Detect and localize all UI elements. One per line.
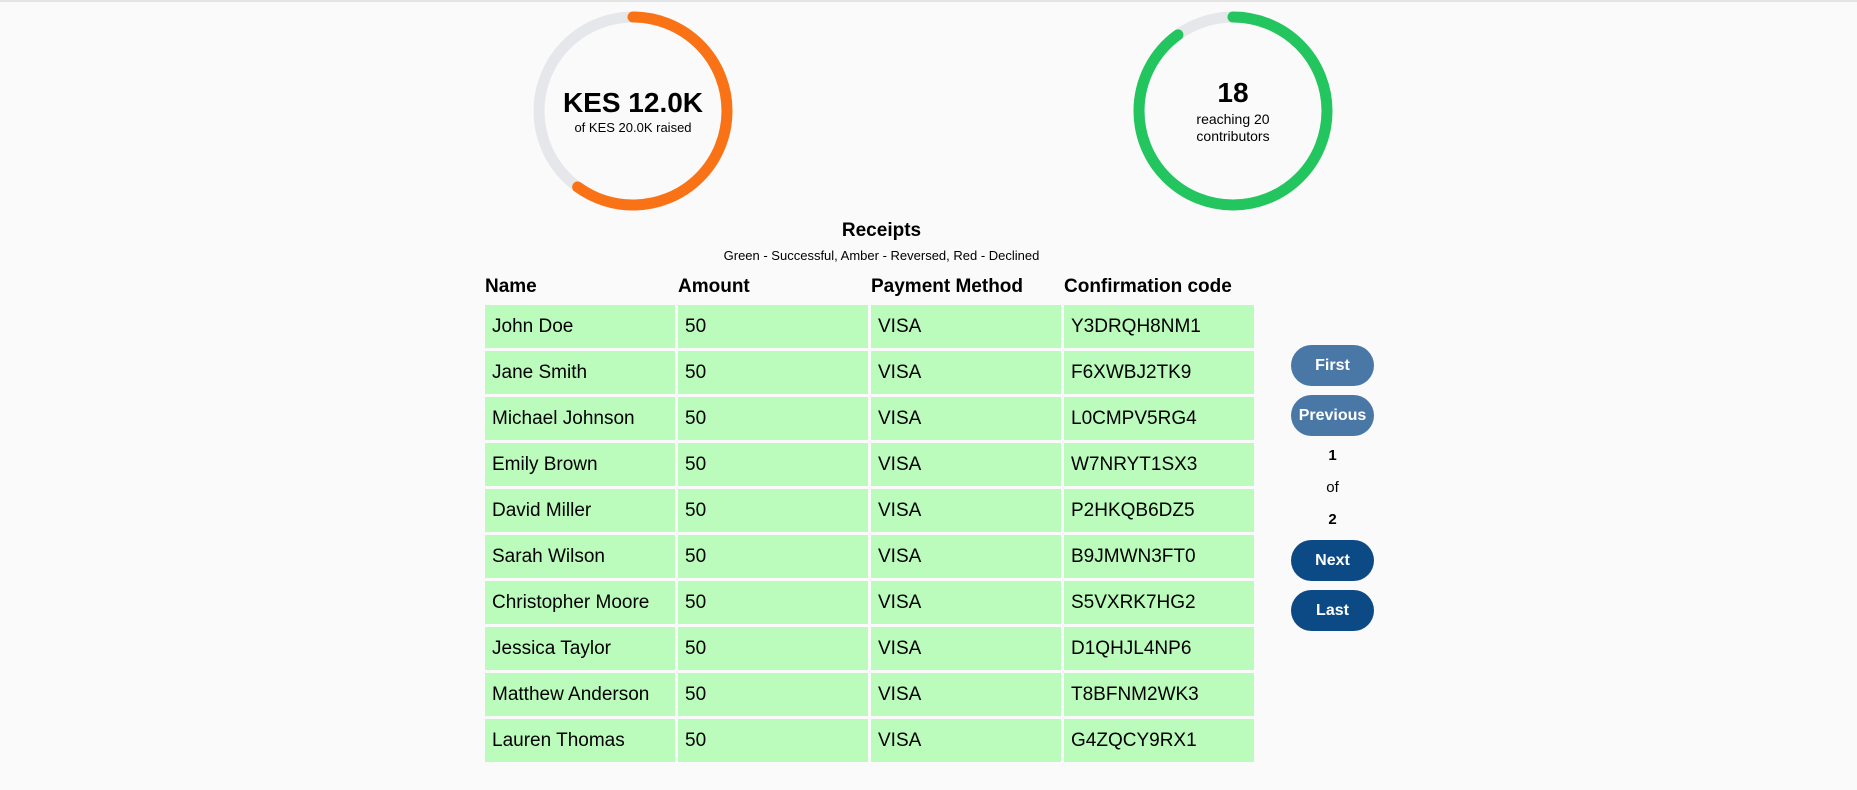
contributors-gauge: 18 reaching 20 contributors xyxy=(1130,8,1336,214)
pagination: First Previous 1 of 2 Next Last xyxy=(1291,345,1374,631)
last-page-button[interactable]: Last xyxy=(1291,590,1374,631)
table-row: John Doe 50 VISA Y3DRQH8NM1 xyxy=(485,305,1254,348)
contributors-goal-text: reaching 20 contributors xyxy=(1196,111,1270,144)
amount-goal-text: of KES 20.0K raised xyxy=(574,119,692,135)
cell-payment-method: VISA xyxy=(871,673,1061,716)
table-row: Sarah Wilson 50 VISA B9JMWN3FT0 xyxy=(485,535,1254,578)
receipts-title: Receipts xyxy=(841,220,922,241)
amount-raised-value: KES 12.0K xyxy=(562,86,704,118)
cell-payment-method: VISA xyxy=(871,535,1061,578)
cell-payment-method: VISA xyxy=(871,581,1061,624)
table-row: Matthew Anderson 50 VISA T8BFNM2WK3 xyxy=(485,673,1254,716)
table-row: Jane Smith 50 VISA F6XWBJ2TK9 xyxy=(485,351,1254,394)
cell-name: Michael Johnson xyxy=(485,397,675,440)
cell-payment-method: VISA xyxy=(871,443,1061,486)
total-pages-number: 2 xyxy=(1328,511,1337,528)
cell-amount: 50 xyxy=(678,489,868,532)
table-row: Michael Johnson 50 VISA L0CMPV5RG4 xyxy=(485,397,1254,440)
cell-name: Matthew Anderson xyxy=(485,673,675,716)
cell-confirmation-code: S5VXRK7HG2 xyxy=(1064,581,1254,624)
cell-amount: 50 xyxy=(678,673,868,716)
cell-amount: 50 xyxy=(678,535,868,578)
top-divider xyxy=(0,0,1857,2)
table-row: Lauren Thomas 50 VISA G4ZQCY9RX1 xyxy=(485,719,1254,762)
column-header-confirmation-code: Confirmation code xyxy=(1064,275,1232,297)
table-row: David Miller 50 VISA P2HKQB6DZ5 xyxy=(485,489,1254,532)
cell-name: Lauren Thomas xyxy=(485,719,675,762)
table-row: Jessica Taylor 50 VISA D1QHJL4NP6 xyxy=(485,627,1254,670)
contributors-count: 18 xyxy=(1217,77,1249,108)
cell-name: David Miller xyxy=(485,489,675,532)
cell-confirmation-code: D1QHJL4NP6 xyxy=(1064,627,1254,670)
cell-name: John Doe xyxy=(485,305,675,348)
cell-amount: 50 xyxy=(678,351,868,394)
cell-amount: 50 xyxy=(678,627,868,670)
cell-payment-method: VISA xyxy=(871,397,1061,440)
cell-name: Sarah Wilson xyxy=(485,535,675,578)
table-row: Christopher Moore 50 VISA S5VXRK7HG2 xyxy=(485,581,1254,624)
table-row: Emily Brown 50 VISA W7NRYT1SX3 xyxy=(485,443,1254,486)
receipts-status-legend: Green - Successful, Amber - Reversed, Re… xyxy=(723,248,1040,263)
cell-confirmation-code: G4ZQCY9RX1 xyxy=(1064,719,1254,762)
cell-confirmation-code: P2HKQB6DZ5 xyxy=(1064,489,1254,532)
previous-page-button[interactable]: Previous xyxy=(1291,395,1374,436)
cell-confirmation-code: Y3DRQH8NM1 xyxy=(1064,305,1254,348)
column-header-name: Name xyxy=(485,275,537,297)
amount-raised-gauge: KES 12.0K of KES 20.0K raised xyxy=(530,8,736,214)
cell-name: Emily Brown xyxy=(485,443,675,486)
cell-confirmation-code: B9JMWN3FT0 xyxy=(1064,535,1254,578)
cell-amount: 50 xyxy=(678,719,868,762)
cell-amount: 50 xyxy=(678,305,868,348)
cell-payment-method: VISA xyxy=(871,627,1061,670)
cell-name: Jessica Taylor xyxy=(485,627,675,670)
column-header-payment-method: Payment Method xyxy=(871,275,1024,297)
cell-amount: 50 xyxy=(678,581,868,624)
current-page-number: 1 xyxy=(1328,447,1337,464)
cell-confirmation-code: T8BFNM2WK3 xyxy=(1064,673,1254,716)
cell-name: Jane Smith xyxy=(485,351,675,394)
cell-confirmation-code: F6XWBJ2TK9 xyxy=(1064,351,1254,394)
page-of-label: of xyxy=(1326,479,1339,496)
cell-payment-method: VISA xyxy=(871,489,1061,532)
receipts-table: Name Amount Payment Method Confirmation … xyxy=(482,268,1257,765)
cell-confirmation-code: L0CMPV5RG4 xyxy=(1064,397,1254,440)
cell-payment-method: VISA xyxy=(871,351,1061,394)
next-page-button[interactable]: Next xyxy=(1291,540,1374,581)
cell-payment-method: VISA xyxy=(871,305,1061,348)
cell-payment-method: VISA xyxy=(871,719,1061,762)
first-page-button[interactable]: First xyxy=(1291,345,1374,386)
cell-amount: 50 xyxy=(678,443,868,486)
cell-amount: 50 xyxy=(678,397,868,440)
table-header-row: Name Amount Payment Method Confirmation … xyxy=(485,271,1254,302)
column-header-amount: Amount xyxy=(678,275,750,297)
cell-confirmation-code: W7NRYT1SX3 xyxy=(1064,443,1254,486)
cell-name: Christopher Moore xyxy=(485,581,675,624)
